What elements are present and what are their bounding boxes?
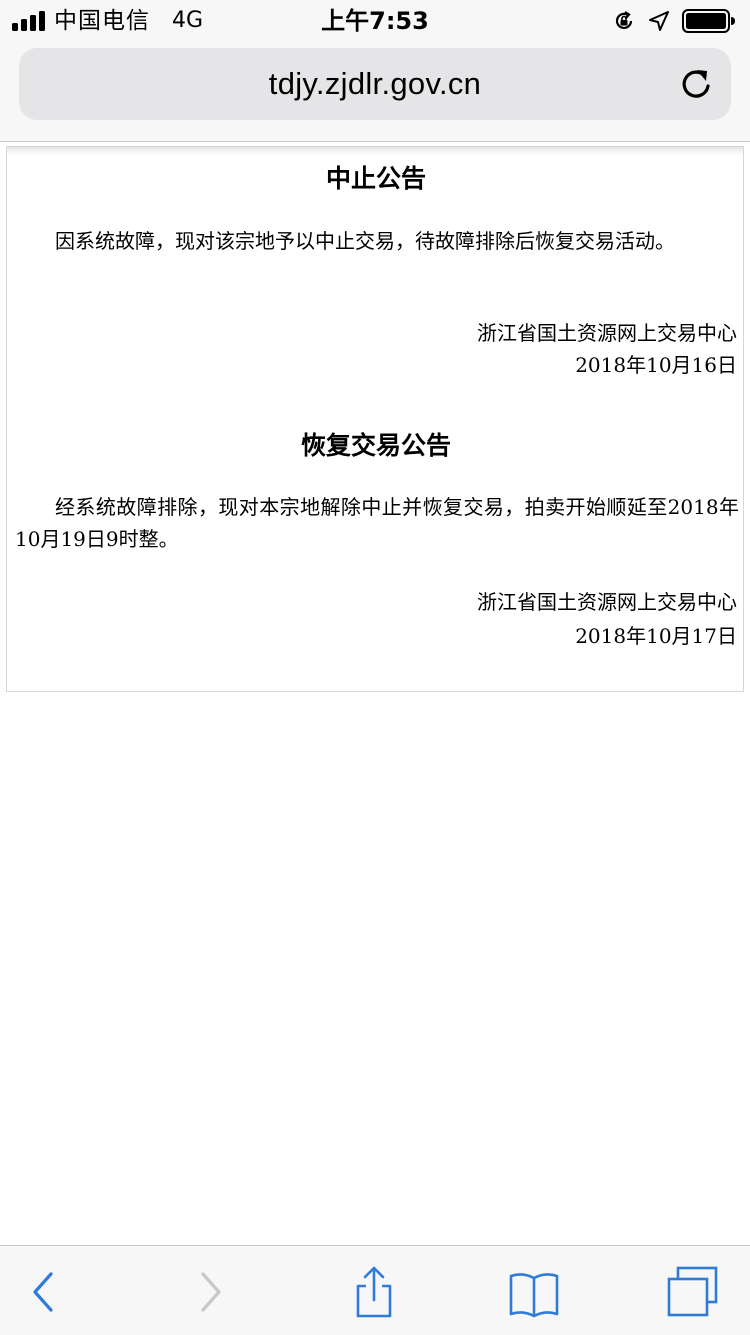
resumption-notice-body: 经系统故障排除，现对本宗地解除中止并恢复交易，拍卖开始顺延至2018年10月19… xyxy=(15,495,739,551)
resumption-notice-title: 恢复交易公告 xyxy=(300,431,451,460)
reload-icon[interactable] xyxy=(677,65,715,103)
back-icon[interactable] xyxy=(15,1264,71,1320)
share-icon[interactable] xyxy=(346,1264,402,1320)
orientation-lock-icon xyxy=(615,11,633,30)
suspension-notice-title: 中止公告 xyxy=(325,164,426,193)
location-arrow-icon xyxy=(649,11,669,31)
address-bar[interactable]: tdjy.zjdlr.gov.cn xyxy=(19,48,731,120)
resumption-notice-signer: 浙江省国土资源网上交易中心 xyxy=(477,590,737,614)
url-text[interactable]: tdjy.zjdlr.gov.cn xyxy=(19,48,731,120)
browser-top-chrome: 中国电信 4G 上午7:53 tdjy.zjdlr.gov.cn xyxy=(0,0,750,142)
browser-toolbar xyxy=(0,1245,750,1335)
battery-icon xyxy=(682,9,735,33)
suspension-notice-date: 2018年10月16日 xyxy=(575,353,737,377)
suspension-notice-body: 因系统故障，现对该宗地予以中止交易，待故障排除后恢复交易活动。 xyxy=(55,229,675,253)
notice-card: 中止公告 因系统故障，现对该宗地予以中止交易，待故障排除后恢复交易活动。 浙江省… xyxy=(6,146,744,692)
bookmarks-icon[interactable] xyxy=(506,1264,562,1320)
tabs-icon[interactable] xyxy=(664,1264,720,1320)
card-top-shadow xyxy=(7,147,743,155)
resumption-notice-date: 2018年10月17日 xyxy=(575,624,737,648)
status-bar: 中国电信 4G 上午7:53 xyxy=(0,0,750,40)
suspension-notice-signer: 浙江省国土资源网上交易中心 xyxy=(477,321,737,345)
status-right-icons xyxy=(612,8,736,34)
forward-icon[interactable] xyxy=(183,1264,239,1320)
